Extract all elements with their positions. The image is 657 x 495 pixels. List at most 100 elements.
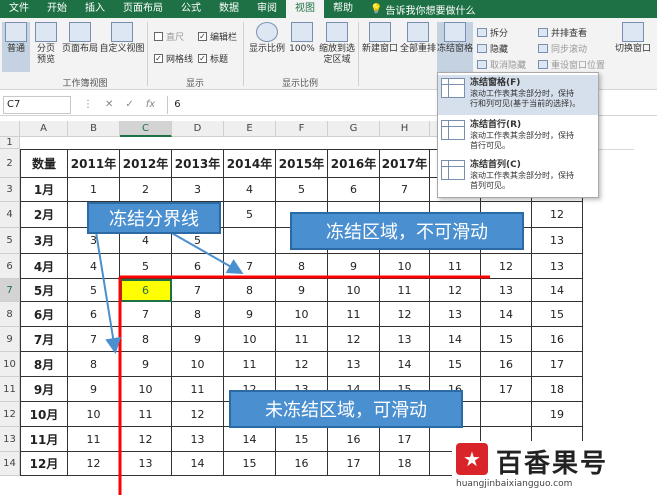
formula-input[interactable]: 6 bbox=[167, 95, 181, 114]
table-cell[interactable]: 10 bbox=[120, 377, 172, 402]
table-header-cell[interactable]: 9月 bbox=[20, 377, 68, 402]
table-cell[interactable]: 13 bbox=[430, 302, 481, 327]
column-header-C[interactable]: C bbox=[120, 121, 172, 137]
table-cell[interactable]: 11 bbox=[68, 427, 120, 452]
table-header-cell[interactable]: 2013年 bbox=[172, 149, 224, 178]
row-header-6[interactable]: 6 bbox=[0, 254, 20, 279]
table-header-cell[interactable]: 2016年 bbox=[328, 149, 380, 178]
table-cell[interactable]: 7 bbox=[68, 327, 120, 352]
table-cell[interactable]: 14 bbox=[481, 302, 532, 327]
table-cell[interactable] bbox=[224, 228, 276, 254]
hide-button[interactable]: 隐藏 bbox=[477, 42, 508, 55]
table-cell[interactable]: 16 bbox=[276, 452, 328, 476]
page-break-preview-button[interactable]: 分页预览 bbox=[32, 22, 60, 72]
freeze-panes-option[interactable]: 冻结窗格(F) 滚动工作表其余部分时，保持 行和列可见(基于当前的选择)。 bbox=[438, 75, 598, 115]
row-header-9[interactable]: 9 bbox=[0, 327, 20, 352]
table-cell[interactable]: 9 bbox=[276, 279, 328, 302]
table-header-cell[interactable]: 2014年 bbox=[224, 149, 276, 178]
table-cell[interactable]: 8 bbox=[172, 302, 224, 327]
select-all-corner[interactable] bbox=[0, 121, 20, 137]
table-header-cell[interactable]: 2017年 bbox=[380, 149, 430, 178]
row-header-7[interactable]: 7 bbox=[0, 279, 20, 302]
table-cell[interactable]: 7 bbox=[380, 178, 430, 202]
split-button[interactable]: 拆分 bbox=[477, 26, 508, 39]
table-cell[interactable]: 14 bbox=[224, 427, 276, 452]
enter-icon[interactable]: ✓ bbox=[125, 99, 133, 110]
row-header-10[interactable]: 10 bbox=[0, 352, 20, 377]
zoom-to-selection-button[interactable]: 缩放到选定区域 bbox=[317, 22, 357, 72]
table-cell[interactable]: 10 bbox=[276, 302, 328, 327]
new-window-button[interactable]: 新建窗口 bbox=[361, 22, 399, 72]
headings-checkbox[interactable]: ✓ 标题 bbox=[198, 52, 228, 65]
cancel-icon[interactable]: ✕ bbox=[105, 99, 113, 110]
menu-tab[interactable]: 帮助 bbox=[324, 0, 362, 18]
menu-tab[interactable]: 视图 bbox=[286, 0, 324, 18]
freeze-panes-button[interactable]: 冻结窗格 bbox=[437, 22, 473, 72]
row-header-1[interactable]: 1 bbox=[0, 137, 20, 149]
ruler-checkbox[interactable]: 直尺 bbox=[154, 30, 184, 43]
table-cell[interactable]: 6 bbox=[120, 279, 172, 302]
table-cell[interactable]: 9 bbox=[224, 302, 276, 327]
reset-window-position-button[interactable]: 重设窗口位置 bbox=[538, 58, 605, 71]
table-header-cell[interactable]: 7月 bbox=[20, 327, 68, 352]
table-cell[interactable]: 7 bbox=[120, 302, 172, 327]
table-header-cell[interactable]: 4月 bbox=[20, 254, 68, 279]
menu-tab[interactable]: 数据 bbox=[210, 0, 248, 18]
table-cell[interactable]: 11 bbox=[120, 402, 172, 427]
table-cell[interactable]: 18 bbox=[532, 377, 583, 402]
table-cell[interactable]: 10 bbox=[380, 254, 430, 279]
table-cell[interactable]: 11 bbox=[224, 352, 276, 377]
table-cell[interactable]: 8 bbox=[120, 327, 172, 352]
table-cell[interactable]: 5 bbox=[68, 279, 120, 302]
table-header-cell[interactable]: 2月 bbox=[20, 202, 68, 228]
table-cell[interactable]: 11 bbox=[172, 377, 224, 402]
table-cell[interactable]: 17 bbox=[380, 427, 430, 452]
table-cell[interactable]: 15 bbox=[276, 427, 328, 452]
table-cell[interactable]: 9 bbox=[68, 377, 120, 402]
table-cell[interactable]: 11 bbox=[380, 279, 430, 302]
table-cell[interactable]: 11 bbox=[328, 302, 380, 327]
row-header-5[interactable]: 5 bbox=[0, 228, 20, 254]
row-header-8[interactable]: 8 bbox=[0, 302, 20, 327]
table-cell[interactable]: 10 bbox=[172, 352, 224, 377]
page-layout-button[interactable]: 页面布局 bbox=[62, 22, 98, 72]
table-cell[interactable]: 12 bbox=[430, 279, 481, 302]
table-cell[interactable]: 8 bbox=[68, 352, 120, 377]
row-header-4[interactable]: 4 bbox=[0, 202, 20, 228]
table-cell[interactable]: 5 bbox=[120, 254, 172, 279]
fx-icon[interactable]: fx bbox=[146, 99, 155, 110]
table-cell[interactable]: 5 bbox=[224, 202, 276, 228]
table-cell[interactable]: 13 bbox=[532, 228, 583, 254]
table-header-cell[interactable]: 10月 bbox=[20, 402, 68, 427]
column-header-A[interactable]: A bbox=[20, 121, 68, 137]
normal-view-button[interactable]: 普通 bbox=[2, 22, 30, 72]
table-cell[interactable]: 19 bbox=[532, 402, 583, 427]
arrange-all-button[interactable]: 全部重排 bbox=[400, 22, 436, 72]
table-cell[interactable]: 17 bbox=[481, 377, 532, 402]
table-cell[interactable]: 16 bbox=[481, 352, 532, 377]
table-cell[interactable]: 18 bbox=[380, 452, 430, 476]
table-cell[interactable]: 7 bbox=[172, 279, 224, 302]
table-cell[interactable]: 12 bbox=[380, 302, 430, 327]
sync-scroll-button[interactable]: 同步滚动 bbox=[538, 42, 587, 55]
table-cell[interactable]: 14 bbox=[430, 327, 481, 352]
table-header-cell[interactable]: 3月 bbox=[20, 228, 68, 254]
gridlines-checkbox[interactable]: ✓ 网格线 bbox=[154, 52, 193, 65]
table-cell[interactable]: 9 bbox=[172, 327, 224, 352]
column-header-E[interactable]: E bbox=[224, 121, 276, 137]
table-cell[interactable]: 13 bbox=[172, 427, 224, 452]
custom-views-button[interactable]: 自定义视图 bbox=[99, 22, 145, 72]
menu-tab[interactable]: 开始 bbox=[38, 0, 76, 18]
table-cell[interactable]: 14 bbox=[532, 279, 583, 302]
table-cell[interactable]: 13 bbox=[481, 279, 532, 302]
menu-tab[interactable]: 页面布局 bbox=[114, 0, 172, 18]
zoom-100-button[interactable]: 100% bbox=[289, 22, 315, 72]
table-cell[interactable]: 12 bbox=[328, 327, 380, 352]
row-header-11[interactable]: 11 bbox=[0, 377, 20, 402]
switch-window-button[interactable]: 切换窗口 bbox=[612, 22, 654, 72]
menu-tab[interactable]: 审阅 bbox=[248, 0, 286, 18]
table-cell[interactable]: 11 bbox=[430, 254, 481, 279]
column-header-B[interactable]: B bbox=[68, 121, 120, 137]
table-cell[interactable]: 10 bbox=[224, 327, 276, 352]
table-header-cell[interactable]: 2012年 bbox=[120, 149, 172, 178]
